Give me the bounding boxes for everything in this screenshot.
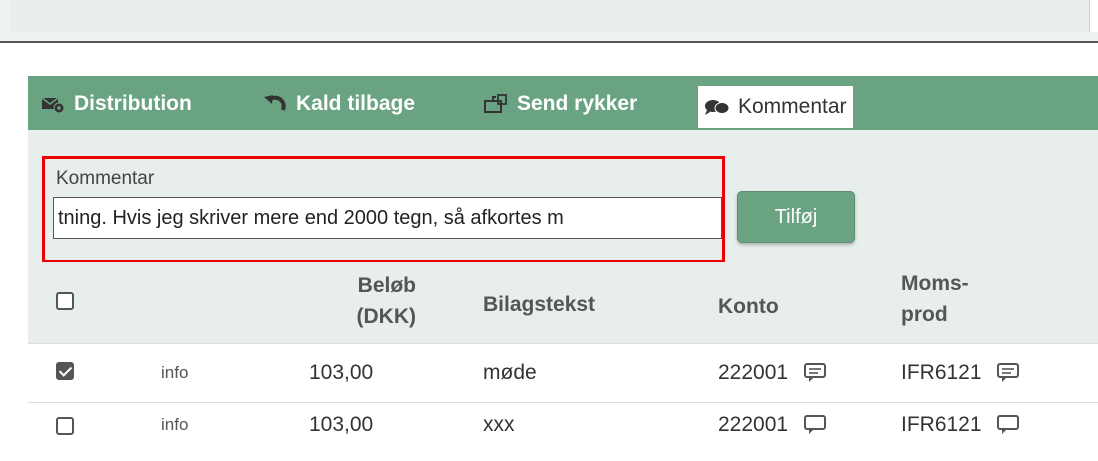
top-area — [0, 0, 1098, 42]
kommentar-tab-label: Kommentar — [738, 95, 847, 118]
comment-input[interactable] — [53, 197, 722, 239]
table-header: Beløb (DKK) Bilagstekst Konto Moms- prod — [28, 262, 1098, 342]
mailbox-icon — [483, 93, 509, 115]
undo-icon — [262, 93, 288, 115]
vat-header-line2: prod — [901, 303, 948, 326]
vat-header-line1: Moms- — [901, 272, 969, 295]
amount-cell: 103,00 — [309, 361, 374, 384]
amount-header-line1: Beløb — [357, 274, 416, 297]
row-checkbox[interactable] — [56, 362, 74, 380]
tab-kommentar[interactable]: Kommentar — [698, 86, 853, 128]
comment-icon[interactable] — [803, 415, 826, 435]
comment-field-label: Kommentar — [56, 168, 155, 189]
comment-icon[interactable] — [803, 363, 826, 383]
vat-header[interactable]: Moms- prod — [901, 268, 969, 330]
recall-button[interactable]: Kald tilbage — [262, 88, 415, 120]
account-value: 222001 — [718, 413, 789, 436]
comments-icon — [704, 96, 730, 118]
account-header[interactable]: Konto — [718, 291, 779, 322]
table-row[interactable]: info 103,00 møde 222001 IFR6121 — [28, 343, 1098, 402]
account-cell: 222001 — [718, 403, 826, 447]
distribution-label: Distribution — [74, 92, 192, 115]
account-value: 222001 — [718, 361, 789, 384]
table-row[interactable]: info 103,00 xxx 222001 IFR6121 — [28, 402, 1098, 461]
account-cell: 222001 — [718, 344, 826, 402]
top-edge — [1089, 0, 1098, 32]
text-cell: møde — [483, 361, 537, 384]
select-all-checkbox[interactable] — [56, 292, 74, 310]
amount-header-line2: (DKK) — [356, 305, 416, 328]
vat-value: IFR6121 — [901, 361, 982, 384]
recall-label: Kald tilbage — [296, 92, 416, 115]
send-reminder-label: Send rykker — [517, 92, 638, 115]
comment-icon[interactable] — [997, 363, 1020, 383]
vat-cell: IFR6121 — [901, 403, 1020, 447]
send-reminder-button[interactable]: Send rykker — [483, 88, 637, 120]
envelope-gear-icon — [40, 93, 66, 115]
top-bar — [10, 0, 1098, 32]
amount-header[interactable]: Beløb (DKK) — [306, 270, 416, 332]
vat-value: IFR6121 — [901, 413, 982, 436]
vat-cell: IFR6121 — [901, 344, 1020, 402]
comment-icon[interactable] — [997, 415, 1020, 435]
text-header[interactable]: Bilagstekst — [483, 289, 595, 320]
separator-line — [0, 41, 1098, 43]
text-cell: xxx — [483, 413, 515, 436]
info-link[interactable]: info — [161, 403, 188, 447]
action-toolbar: Distribution Kald tilbage Send rykker Ko… — [28, 76, 1098, 130]
info-link[interactable]: info — [161, 344, 188, 402]
distribution-button[interactable]: Distribution — [40, 88, 192, 120]
add-comment-button[interactable]: Tilføj — [737, 191, 855, 243]
row-checkbox[interactable] — [56, 417, 74, 435]
amount-cell: 103,00 — [309, 413, 374, 436]
